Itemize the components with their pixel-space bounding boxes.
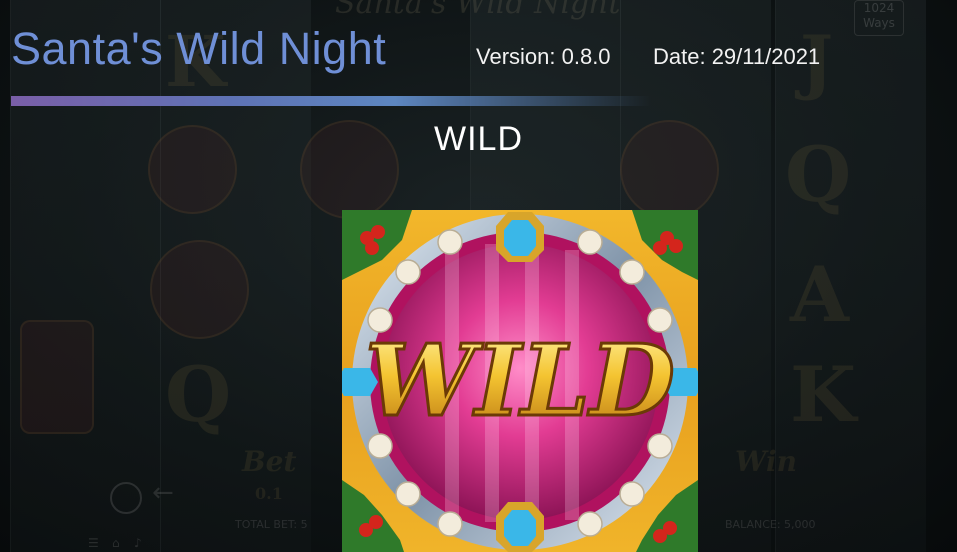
wild-symbol-tile: WILD — [342, 210, 698, 552]
help-icon[interactable] — [110, 482, 142, 514]
version-label: Version: 0.8.0 — [476, 44, 611, 69]
ways-count: 1024 — [863, 1, 895, 15]
bet-value: 0.1 — [255, 484, 283, 503]
win-label: Win — [735, 445, 797, 478]
background-game-title: Santa's Wild Night — [335, 0, 621, 21]
wild-text: WILD — [365, 324, 675, 439]
bell-icon — [150, 240, 249, 339]
ways-label: Ways — [863, 16, 895, 30]
home-icon[interactable]: ⌂ — [112, 536, 120, 550]
game-title: Santa's Wild Night — [11, 23, 387, 74]
wild-symbol-art: WILD — [342, 210, 698, 552]
stocking-icon — [20, 320, 94, 434]
symbol-k-icon: K — [790, 350, 857, 439]
symbol-name: WILD — [434, 120, 523, 158]
symbol-a-icon: A — [790, 250, 849, 339]
reel — [10, 0, 161, 552]
sound-icon[interactable]: ♪ — [134, 536, 142, 550]
menu-icon[interactable]: ☰ — [88, 536, 99, 550]
date-label: Date: 29/11/2021 — [653, 44, 821, 69]
balance-label: BALANCE: 5,000 — [725, 518, 816, 531]
total-bet-label: TOTAL BET: 5 — [235, 518, 308, 531]
title-divider — [11, 96, 651, 106]
symbol-q-icon: Q — [165, 350, 232, 439]
ways-badge: 1024 Ways — [854, 0, 904, 36]
bet-label: Bet — [242, 445, 297, 478]
back-arrow-icon[interactable]: ← — [152, 478, 174, 508]
